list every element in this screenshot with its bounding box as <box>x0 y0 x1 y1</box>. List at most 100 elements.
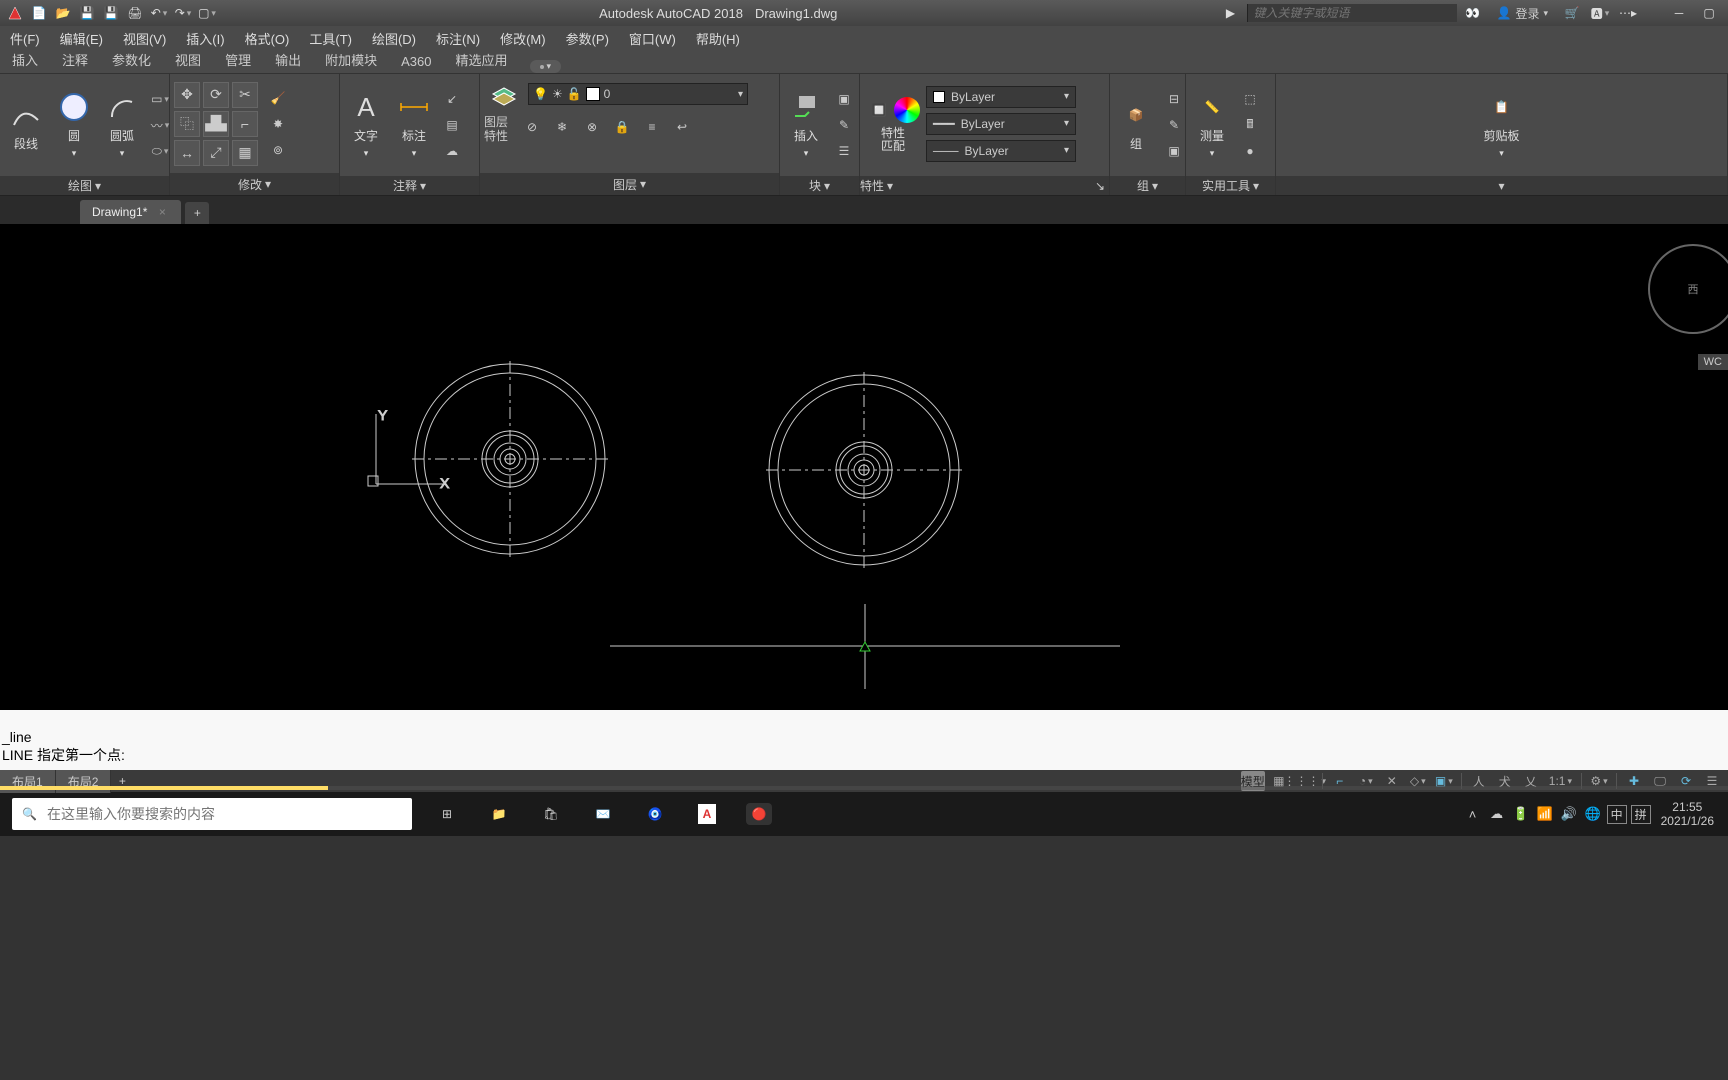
record-icon[interactable]: 🔴 <box>734 792 784 836</box>
measure-button[interactable]: 📏测量▾ <box>1190 78 1234 172</box>
store-icon[interactable]: 🛍 <box>526 792 576 836</box>
panel-annot-footer[interactable]: 注释 ▾ <box>340 176 479 195</box>
ime-mode[interactable]: 拼 <box>1631 805 1651 824</box>
lineweight-dropdown[interactable]: ━━━ ByLayer▾ <box>926 113 1076 135</box>
video-scrubber[interactable] <box>0 786 1728 790</box>
taskbar-clock[interactable]: 21:552021/1/26 <box>1655 800 1720 828</box>
rect-icon[interactable]: ▭ <box>148 87 172 111</box>
edit-block-icon[interactable]: ✎ <box>832 113 856 137</box>
tray-onedrive-icon[interactable]: ☁ <box>1487 804 1507 824</box>
more-icon[interactable]: ⋯▸ <box>1616 4 1640 22</box>
task-view-icon[interactable]: ⊞ <box>422 792 472 836</box>
panel-util-footer[interactable]: 实用工具 ▾ <box>1186 176 1275 195</box>
layer-prev-icon[interactable]: ↩ <box>670 115 694 139</box>
fillet-icon[interactable]: ⌐ <box>232 111 258 137</box>
help-search[interactable] <box>1247 4 1457 22</box>
close-tab-icon[interactable]: × <box>155 205 169 219</box>
help-search-input[interactable] <box>1254 6 1451 20</box>
layer-match-icon[interactable]: ≡ <box>640 115 664 139</box>
tray-battery-icon[interactable]: 🔋 <box>1511 804 1531 824</box>
layer-dropdown[interactable]: 💡☀🔓 0 ▾ <box>528 83 748 105</box>
save-icon[interactable]: 💾 <box>76 4 98 22</box>
group-button[interactable]: 📦组 <box>1114 78 1158 172</box>
layer-freeze-icon[interactable]: ❄ <box>550 115 574 139</box>
trim-icon[interactable]: ✂ <box>232 82 258 108</box>
group-bbox-icon[interactable]: ▣ <box>1162 139 1186 163</box>
panel-clip-footer[interactable]: ▾ <box>1276 176 1727 195</box>
explorer-icon[interactable]: 📁 <box>474 792 524 836</box>
stretch-icon[interactable]: ↔ <box>174 140 200 166</box>
rtab-output[interactable]: 输出 <box>263 46 313 73</box>
saveas-icon[interactable]: 💾 <box>100 4 122 22</box>
panel-modify-footer[interactable]: 修改 ▾ <box>170 173 339 195</box>
erase-icon[interactable]: 🧹 <box>266 86 290 110</box>
open-icon[interactable]: 📂 <box>52 4 74 22</box>
layer-iso-icon[interactable]: ⊘ <box>520 115 544 139</box>
mail-icon[interactable]: ✉️ <box>578 792 628 836</box>
undo-icon[interactable]: ↶ <box>148 4 170 22</box>
new-icon[interactable]: 📄 <box>28 4 50 22</box>
move-icon[interactable]: ✥ <box>174 82 200 108</box>
panel-draw-footer[interactable]: 绘图 ▾ <box>0 176 169 195</box>
copy-icon[interactable]: ⿻ <box>174 111 200 137</box>
tray-wifi-icon[interactable]: 📶 <box>1535 804 1555 824</box>
help-icon[interactable]: ▶ <box>1219 4 1243 22</box>
acad-logo[interactable] <box>4 4 26 22</box>
rtab-a360[interactable]: A360 <box>389 50 443 73</box>
cart-icon[interactable]: 🛒 <box>1560 4 1584 22</box>
rtab-featured[interactable]: 精选应用 <box>443 46 519 73</box>
autocad-taskbar-icon[interactable]: A <box>682 792 732 836</box>
menu-window[interactable]: 窗口(W) <box>619 25 686 52</box>
rtab-view[interactable]: 视图 <box>163 46 213 73</box>
rtab-annot[interactable]: 注释 <box>50 46 100 73</box>
new-tab-button[interactable]: + <box>185 202 209 224</box>
polyline-button[interactable]: 段线 <box>4 78 48 172</box>
menu-params[interactable]: 参数(P) <box>556 25 619 52</box>
maximize-icon[interactable]: ▢ <box>1694 4 1724 22</box>
command-window[interactable]: _line LINE 指定第一个点: <box>0 710 1728 770</box>
color-dropdown[interactable]: ByLayer▾ <box>926 86 1076 108</box>
tray-lang-icon[interactable]: 🌐 <box>1583 804 1603 824</box>
arc-button[interactable]: 圆弧▾ <box>100 78 144 172</box>
layer-props-button[interactable] <box>484 78 524 110</box>
rotate-icon[interactable]: ⟳ <box>203 82 229 108</box>
dim-button[interactable]: 标注▾ <box>392 78 436 172</box>
ribbon-collapse[interactable]: ▾ <box>530 60 562 73</box>
redo-icon[interactable]: ↷ <box>172 4 194 22</box>
quickcalc-icon[interactable]: 🖩 <box>1238 113 1262 137</box>
file-tab[interactable]: Drawing1*× <box>80 200 181 224</box>
drawing-canvas[interactable]: Y X 西 WC <box>0 224 1728 710</box>
scale-icon[interactable]: ⤢ <box>203 140 229 166</box>
panel-block-footer[interactable]: 块 ▾ <box>780 176 859 195</box>
offset-icon[interactable]: ⊚ <box>266 138 290 162</box>
ime-lang[interactable]: 中 <box>1607 805 1627 824</box>
spline-icon[interactable]: 〰 <box>148 113 172 137</box>
attr-block-icon[interactable]: ☰ <box>832 139 856 163</box>
circle-button[interactable]: 圆▾ <box>52 78 96 172</box>
selectall-icon[interactable]: ⬚ <box>1238 87 1262 111</box>
insert-block-button[interactable]: 插入▾ <box>784 78 828 172</box>
panel-props-footer[interactable]: 特性 ▾ ↘ <box>860 176 1109 195</box>
layer-off-icon[interactable]: ⊗ <box>580 115 604 139</box>
layer-lock-icon[interactable]: 🔒 <box>610 115 634 139</box>
create-block-icon[interactable]: ▣ <box>832 87 856 111</box>
match-props-button[interactable]: 🔲 特性 匹配 <box>864 78 922 172</box>
rtab-param[interactable]: 参数化 <box>100 46 163 73</box>
group-edit-icon[interactable]: ✎ <box>1162 113 1186 137</box>
ellipse-icon[interactable]: ⬭ <box>148 139 172 163</box>
leader-icon[interactable]: ↙ <box>440 87 464 111</box>
clipboard-button[interactable]: 📋剪贴板▾ <box>1477 78 1525 172</box>
rtab-insert[interactable]: 插入 <box>0 46 50 73</box>
menu-help[interactable]: 帮助(H) <box>686 25 750 52</box>
viewcube[interactable]: 西 <box>1648 244 1728 334</box>
login-button[interactable]: 👤登录▾ <box>1489 4 1557 22</box>
array-icon[interactable]: ▦ <box>232 140 258 166</box>
tray-up-icon[interactable]: ˄ <box>1463 804 1483 824</box>
linetype-dropdown[interactable]: ─── ByLayer▾ <box>926 140 1076 162</box>
panel-layer-footer[interactable]: 图层 ▾ <box>480 173 779 195</box>
minimize-icon[interactable]: ─ <box>1664 4 1694 22</box>
tray-volume-icon[interactable]: 🔊 <box>1559 804 1579 824</box>
windows-search[interactable]: 🔍 <box>12 798 412 830</box>
point-icon[interactable]: ● <box>1238 139 1262 163</box>
panel-group-footer[interactable]: 组 ▾ <box>1110 176 1185 195</box>
